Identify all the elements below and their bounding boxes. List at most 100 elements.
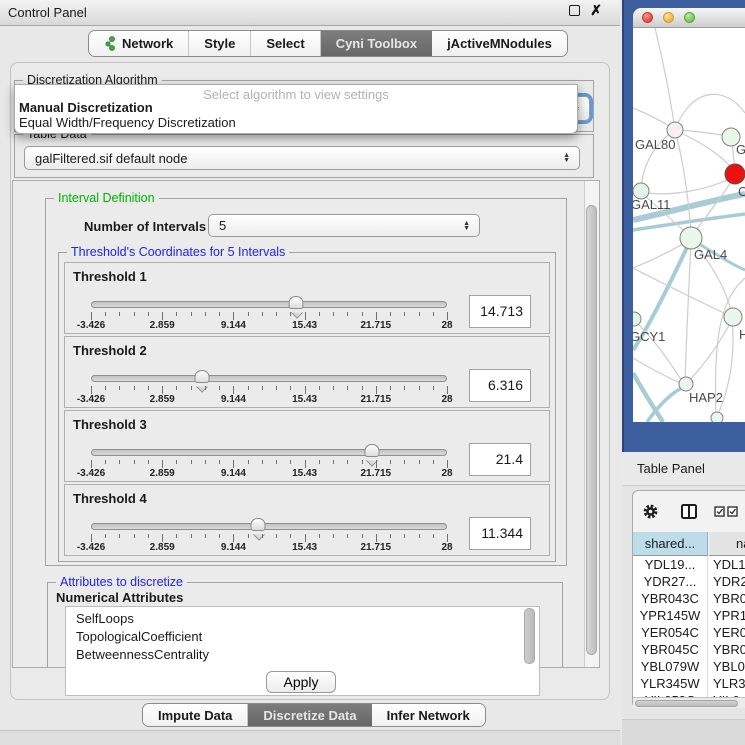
- network-node[interactable]: [725, 164, 745, 184]
- threshold-2-value[interactable]: 6.316: [469, 369, 531, 402]
- network-window-titlebar[interactable]: [633, 8, 745, 28]
- tab-network[interactable]: Network: [89, 31, 189, 56]
- close-traffic-light-icon[interactable]: [642, 12, 653, 23]
- tab-discretize-data[interactable]: Discretize Data: [248, 704, 371, 726]
- threshold-4-slider-thumb[interactable]: [251, 518, 266, 531]
- threshold-2-slider-thumb[interactable]: [194, 370, 209, 383]
- control-panel-tabbar: Network Style Select Cyni Toolbox jActiv…: [88, 30, 568, 57]
- slider-ticks: [91, 386, 447, 394]
- close-icon[interactable]: ✗: [590, 5, 602, 16]
- zoom-traffic-light-icon[interactable]: [684, 12, 695, 23]
- tab-jactivemnodules[interactable]: jActiveMNodules: [432, 31, 567, 56]
- control-panel-title: Control Panel: [8, 5, 87, 20]
- table-row[interactable]: YER054CYER0: [633, 624, 745, 641]
- dropdown-option-equal-width-frequency[interactable]: Equal Width/Frequency Discretization: [15, 115, 577, 130]
- list-item[interactable]: BetweennessCentrality: [76, 646, 539, 664]
- split-columns-icon[interactable]: [681, 504, 697, 519]
- float-window-icon[interactable]: [569, 5, 580, 16]
- slider-tick-labels: -3.4262.8599.14415.4321.71528: [91, 394, 447, 406]
- threshold-1-slider[interactable]: [91, 301, 447, 308]
- network-node-label: GAL4: [694, 247, 727, 262]
- table-row[interactable]: YDR27...YDR2: [633, 573, 745, 590]
- threshold-4-slider[interactable]: [91, 523, 447, 530]
- minimize-traffic-light-icon[interactable]: [663, 12, 674, 23]
- table-row[interactable]: YBR045CYBR0: [633, 641, 745, 658]
- tab-cyni-toolbox-label: Cyni Toolbox: [336, 36, 417, 51]
- tab-select-label: Select: [266, 36, 304, 51]
- network-icon: [104, 36, 117, 51]
- network-node[interactable]: [680, 227, 702, 249]
- network-node-label: GAL11: [633, 197, 671, 212]
- table-row[interactable]: YBR043CYBR0: [633, 590, 745, 607]
- column-header-name[interactable]: na: [709, 532, 745, 556]
- network-node[interactable]: [711, 412, 723, 422]
- network-node-label: GA: [736, 142, 745, 157]
- table-panel-bottom: [622, 720, 745, 745]
- threshold-2-label: Threshold 2: [73, 343, 147, 358]
- network-node[interactable]: [667, 122, 683, 138]
- checkbox-checked-icon[interactable]: [714, 506, 725, 517]
- network-node-label: GAL80: [635, 137, 675, 152]
- network-node-label: GCY1: [633, 329, 665, 344]
- attributes-list-scrollbar-thumb[interactable]: [524, 608, 535, 664]
- threshold-3-slider-thumb[interactable]: [364, 444, 379, 457]
- column-header-shared-name[interactable]: shared...: [633, 532, 708, 556]
- table-row[interactable]: YDL19...YDL1: [633, 556, 745, 573]
- checkbox-checked-icon[interactable]: [727, 506, 738, 517]
- threshold-4-value[interactable]: 11.344: [469, 517, 531, 550]
- table-panel-header: Table Panel: [622, 452, 745, 486]
- table-panel-title: Table Panel: [637, 461, 705, 476]
- threshold-2-slider[interactable]: [91, 375, 447, 382]
- table-hscrollbar-thumb[interactable]: [635, 700, 738, 707]
- threshold-3-value[interactable]: 21.4: [469, 443, 531, 476]
- tab-infer-network-label: Infer Network: [387, 708, 470, 723]
- number-of-intervals-select[interactable]: 5 ▲▼: [208, 214, 480, 237]
- network-node[interactable]: [633, 312, 641, 326]
- slider-ticks: [91, 312, 447, 320]
- tab-jactivemnodules-label: jActiveMNodules: [447, 36, 552, 51]
- threshold-3-panel: Threshold 3 -3.4262.8599.14415.4321.7152…: [64, 410, 550, 482]
- gear-icon[interactable]: [642, 503, 659, 520]
- tab-select[interactable]: Select: [251, 31, 320, 56]
- bottom-strip: [0, 730, 620, 745]
- combobox-stepper-icon[interactable]: ▲▼: [563, 153, 570, 163]
- threshold-1-value[interactable]: 14.713: [469, 295, 531, 328]
- combobox-stepper-icon[interactable]: ▲▼: [463, 221, 470, 231]
- thresholds-group-title: Threshold's Coordinates for 5 Intervals: [67, 245, 289, 259]
- table-hscrollbar-track[interactable]: [633, 697, 745, 708]
- tab-impute-data[interactable]: Impute Data: [143, 704, 248, 726]
- tab-cyni-toolbox[interactable]: Cyni Toolbox: [321, 31, 432, 56]
- threshold-1-slider-thumb[interactable]: [289, 296, 304, 309]
- table-row[interactable]: YLR345WYLR3: [633, 675, 745, 692]
- tab-infer-network[interactable]: Infer Network: [372, 704, 485, 726]
- attributes-group-title: Attributes to discretize: [56, 575, 187, 589]
- network-node-label: C: [738, 184, 745, 199]
- threshold-2-panel: Threshold 2 -3.4262.8599.14415.4321.7152…: [64, 336, 550, 408]
- network-node-label: HAP2: [689, 390, 723, 405]
- dropdown-option-manual-discretization[interactable]: Manual Discretization: [15, 100, 577, 115]
- threshold-3-label: Threshold 3: [73, 417, 147, 432]
- list-item[interactable]: TopologicalCoefficient: [76, 628, 539, 646]
- network-node[interactable]: [679, 377, 693, 391]
- tab-style-label: Style: [204, 36, 235, 51]
- slider-ticks: [91, 460, 447, 468]
- slider-tick-labels: -3.4262.8599.14415.4321.71528: [91, 542, 447, 554]
- table-row[interactable]: YBL079WYBL0: [633, 658, 745, 675]
- threshold-3-slider[interactable]: [91, 449, 447, 456]
- cyni-bottom-tabbar: Impute Data Discretize Data Infer Networ…: [142, 703, 486, 727]
- apply-button[interactable]: Apply: [266, 671, 336, 693]
- table-rows[interactable]: YDL19...YDL1YDR27...YDR2YBR043CYBR0YPR14…: [633, 556, 745, 697]
- table-row[interactable]: YPR145WYPR1: [633, 607, 745, 624]
- slider-tick-labels: -3.4262.8599.14415.4321.71528: [91, 320, 447, 332]
- list-item[interactable]: SelfLoops: [76, 610, 539, 628]
- settings-scrollbar-thumb[interactable]: [586, 205, 597, 655]
- network-edges: [633, 28, 745, 422]
- network-canvas[interactable]: GAL80GACGAL11GAL4GCY1HHAP2: [633, 28, 745, 422]
- slider-ticks: [91, 534, 447, 542]
- interval-definition-title: Interval Definition: [54, 191, 159, 205]
- number-of-intervals-value: 5: [219, 218, 226, 233]
- table-data-select[interactable]: galFiltered.sif default node ▲▼: [24, 146, 580, 170]
- network-node[interactable]: [724, 308, 742, 326]
- tab-style[interactable]: Style: [189, 31, 251, 56]
- control-panel-titlebar: Control Panel ✗: [0, 0, 620, 26]
